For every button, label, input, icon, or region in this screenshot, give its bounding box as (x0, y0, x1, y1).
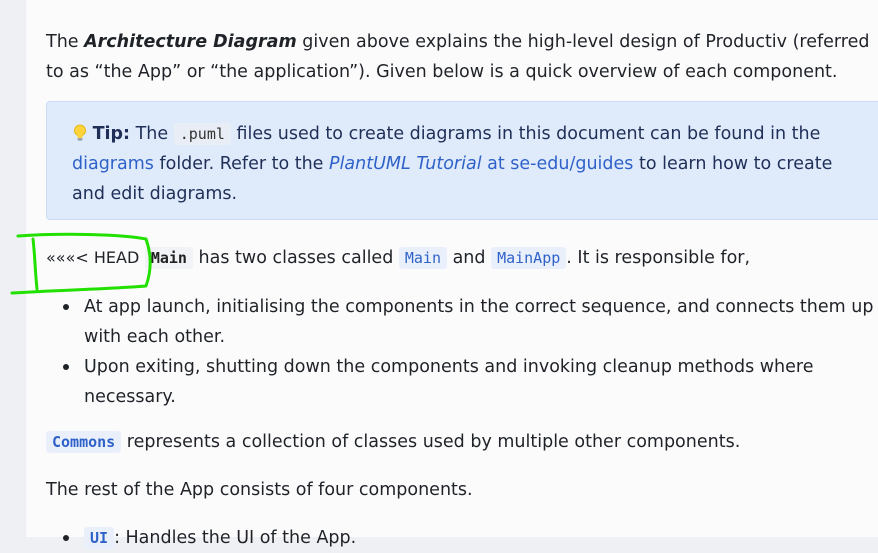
responsibilities-list: At app launch, initialising the componen… (46, 292, 878, 412)
tip-text: folder. Refer to the (153, 154, 330, 174)
intro-paragraph: The Architecture Diagram given above exp… (46, 27, 878, 87)
list-item: At app launch, initialising the componen… (63, 292, 878, 352)
main-text: and (447, 248, 492, 268)
architecture-diagram-emphasis: Architecture Diagram (84, 32, 297, 52)
commons-text: represents a collection of classes used … (121, 432, 741, 452)
document-page: The Architecture Diagram given above exp… (26, 0, 878, 549)
main-text: has two classes called (192, 248, 399, 268)
tip-text: files used to create diagrams in this do… (230, 124, 821, 144)
plantuml-tutorial-link-text: PlantUML Tutorial (329, 154, 482, 174)
main-component-paragraph: «««< HEAD Main has two classes called Ma… (46, 243, 878, 273)
rest-paragraph: The rest of the App consists of four com… (46, 480, 473, 500)
list-item: UI: Handles the UI of the App. (63, 523, 878, 553)
list-item: Upon exiting, shutting down the componen… (63, 352, 878, 412)
puml-code: .puml (173, 123, 231, 145)
components-list: UI: Handles the UI of the App. (46, 523, 878, 553)
intro-prefix: The (46, 32, 85, 52)
ui-component-text: : Handles the UI of the App. (114, 528, 357, 548)
mainapp-class-code: MainApp (491, 247, 567, 269)
lightbulb-icon (72, 119, 87, 149)
ui-component-code: UI (84, 527, 115, 549)
merge-conflict-marker: «««< HEAD (46, 248, 140, 267)
diagrams-folder-link[interactable]: diagrams (72, 154, 154, 174)
tip-text: The (130, 124, 174, 144)
tip-box: Tip: The .puml files used to create diag… (46, 101, 878, 220)
tip-label: Tip: (92, 124, 131, 144)
commons-paragraph: Commons represents a collection of class… (46, 427, 878, 457)
plantuml-tutorial-link[interactable]: PlantUML Tutorial at se-edu/guides (329, 154, 633, 174)
se-edu-guides-link-text: at se-edu/guides (481, 154, 634, 174)
commons-code: Commons (46, 431, 122, 453)
main-text: . It is responsible for, (566, 248, 751, 268)
main-class-code: Main (398, 247, 447, 269)
main-component-code: Main (144, 247, 193, 269)
